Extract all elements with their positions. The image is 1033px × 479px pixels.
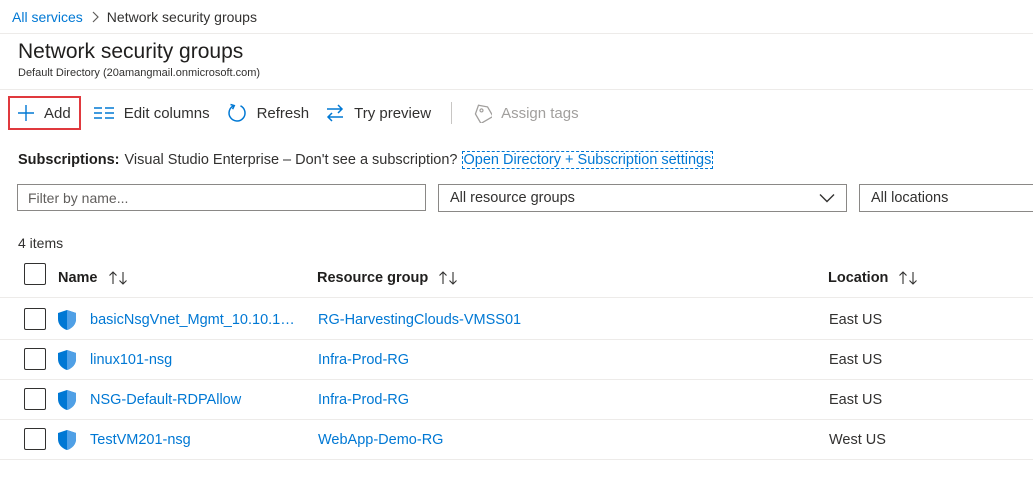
add-button-label: Add [44, 104, 71, 122]
header-divider [0, 33, 1033, 34]
grid-header-row: Name Resource group Location [0, 258, 1033, 298]
breadcrumb-all-services[interactable]: All services [12, 9, 83, 25]
column-header-resource-group[interactable]: Resource group [317, 258, 458, 297]
try-preview-button[interactable]: Try preview [317, 95, 439, 131]
resource-group-link[interactable]: WebApp-Demo-RG [318, 420, 443, 459]
subscription-settings-link[interactable]: Open Directory + Subscription settings [461, 151, 714, 169]
nsg-name-link[interactable]: linux101-nsg [90, 340, 172, 379]
sort-icon [108, 270, 128, 285]
chevron-down-icon [819, 193, 835, 203]
nsg-name-link[interactable]: NSG-Default-RDPAllow [90, 380, 241, 419]
add-button[interactable]: Add [8, 96, 81, 130]
column-header-location-label: Location [828, 269, 889, 286]
locations-value: All locations [871, 190, 949, 206]
row-checkbox[interactable] [24, 348, 46, 370]
shield-icon [57, 429, 77, 451]
nsg-name-link[interactable]: basicNsgVnet_Mgmt_10.10.1… [90, 300, 295, 339]
breadcrumb: All services Network security groups [12, 7, 257, 27]
resource-groups-value: All resource groups [450, 190, 575, 206]
edit-columns-label: Edit columns [123, 104, 210, 122]
resource-group-link[interactable]: Infra-Prod-RG [318, 340, 409, 379]
select-all-checkbox[interactable] [24, 263, 46, 285]
resource-group-link[interactable]: RG-HarvestingClouds-VMSS01 [318, 300, 521, 339]
page-title: Network security groups [18, 40, 244, 63]
assign-tags-label: Assign tags [501, 104, 579, 122]
command-bar: Add Edit columns Refresh Try preview Ass… [8, 95, 587, 131]
table-row[interactable]: basicNsgVnet_Mgmt_10.10.1… RG-Harvesting… [0, 300, 1033, 340]
item-count: 4 items [18, 235, 64, 251]
column-header-location[interactable]: Location [828, 258, 918, 297]
location-cell: East US [829, 351, 883, 368]
column-header-name-label: Name [58, 269, 98, 286]
plus-icon [17, 104, 35, 122]
locations-dropdown[interactable]: All locations [859, 184, 1033, 212]
subscriptions-value: Visual Studio Enterprise – Don't see a s… [124, 152, 458, 168]
row-checkbox[interactable] [24, 388, 46, 410]
column-header-resource-group-label: Resource group [317, 269, 429, 286]
nsg-name-link[interactable]: TestVM201-nsg [90, 420, 191, 459]
column-header-name[interactable]: Name [58, 258, 128, 297]
toolbar-separator [451, 102, 453, 124]
location-cell: East US [829, 391, 883, 408]
location-cell: West US [829, 431, 886, 448]
row-checkbox[interactable] [24, 428, 46, 450]
table-row[interactable]: NSG-Default-RDPAllow Infra-Prod-RG East … [0, 380, 1033, 420]
subscriptions-label: Subscriptions: [18, 152, 120, 168]
edit-columns-button[interactable]: Edit columns [85, 95, 218, 131]
sort-icon [898, 270, 918, 285]
row-checkbox[interactable] [24, 308, 46, 330]
refresh-button[interactable]: Refresh [218, 95, 318, 131]
table-row[interactable]: linux101-nsg Infra-Prod-RG East US [0, 340, 1033, 380]
assign-tags-button[interactable]: Assign tags [466, 95, 587, 131]
location-cell: East US [829, 311, 883, 328]
resource-groups-dropdown[interactable]: All resource groups [438, 184, 847, 212]
resource-group-link[interactable]: Infra-Prod-RG [318, 380, 409, 419]
try-preview-label: Try preview [354, 104, 432, 122]
subscriptions-bar: Subscriptions: Visual Studio Enterprise … [18, 151, 714, 169]
shield-icon [57, 349, 77, 371]
chevron-right-icon [91, 11, 99, 23]
table-row[interactable]: TestVM201-nsg WebApp-Demo-RG West US [0, 420, 1033, 460]
edit-columns-icon [93, 106, 115, 120]
refresh-icon [226, 102, 248, 124]
breadcrumb-current: Network security groups [106, 9, 257, 25]
sort-icon [438, 270, 458, 285]
shield-icon [57, 389, 77, 411]
refresh-label: Refresh [256, 104, 310, 122]
filter-by-name-input[interactable] [17, 184, 426, 211]
try-preview-icon [325, 103, 345, 123]
page-subtitle: Default Directory (20amangmail.onmicroso… [18, 67, 261, 79]
shield-icon [57, 309, 77, 331]
toolbar-divider [0, 89, 1033, 90]
tag-icon [474, 103, 493, 123]
